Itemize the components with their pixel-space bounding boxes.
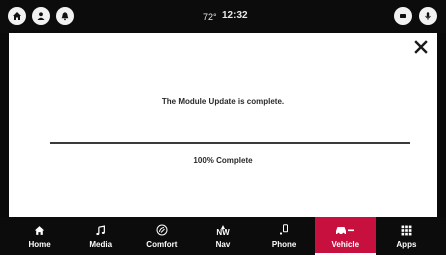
nav-item-phone[interactable]: Phone — [254, 217, 315, 255]
screen-off-icon — [400, 14, 406, 18]
bell-icon — [61, 12, 69, 21]
progress-bar-fill — [50, 142, 410, 144]
close-button[interactable] — [411, 37, 431, 57]
close-icon — [414, 40, 428, 54]
nav-item-media[interactable]: Media — [70, 217, 131, 255]
update-complete-dialog: The Module Update is complete. 100% Comp… — [9, 33, 437, 217]
comfort-icon — [156, 222, 168, 238]
clock: 12:32 — [222, 10, 248, 21]
music-note-icon — [95, 222, 106, 238]
notifications-button[interactable] — [56, 7, 74, 25]
home-icon — [13, 12, 21, 20]
driver-profile-button[interactable] — [32, 7, 50, 25]
profile-icon — [37, 12, 45, 20]
progress-bar — [50, 142, 410, 144]
microphone-icon — [425, 12, 431, 20]
screen: 72° 12:32 The Module Update is complete. — [0, 0, 446, 255]
compass-icon: NW — [216, 222, 230, 238]
status-bar: 72° 12:32 — [0, 0, 446, 33]
screen-off-button[interactable] — [394, 7, 412, 25]
home-shortcut-button[interactable] — [8, 7, 26, 25]
voice-command-button[interactable] — [419, 7, 437, 25]
nav-item-home[interactable]: Home — [9, 217, 70, 255]
nav-item-apps[interactable]: Apps — [376, 217, 437, 255]
home-icon — [34, 222, 45, 238]
update-message: The Module Update is complete. — [161, 97, 285, 106]
nav-label-home: Home — [28, 240, 51, 249]
nav-label-vehicle: Vehicle — [331, 240, 360, 249]
nav-label-nav: Nav — [215, 240, 231, 249]
nav-label-media: Media — [89, 240, 113, 249]
apps-grid-icon — [401, 222, 412, 238]
nav-label-apps: Apps — [396, 240, 417, 249]
bottom-nav: Home Media Comfort NW Nav Phone Vehicle … — [0, 217, 446, 255]
progress-label: 100% Complete — [193, 156, 253, 165]
nav-item-nav[interactable]: NW Nav — [192, 217, 253, 255]
nav-label-comfort: Comfort — [146, 240, 178, 249]
phone-icon — [278, 222, 290, 238]
nav-label-phone: Phone — [271, 240, 297, 249]
nav-item-comfort[interactable]: Comfort — [131, 217, 192, 255]
vehicle-icon — [335, 222, 355, 238]
nav-heading: NW — [216, 228, 230, 237]
temperature-readout: 72° — [203, 12, 217, 22]
nav-item-vehicle[interactable]: Vehicle — [314, 217, 376, 255]
